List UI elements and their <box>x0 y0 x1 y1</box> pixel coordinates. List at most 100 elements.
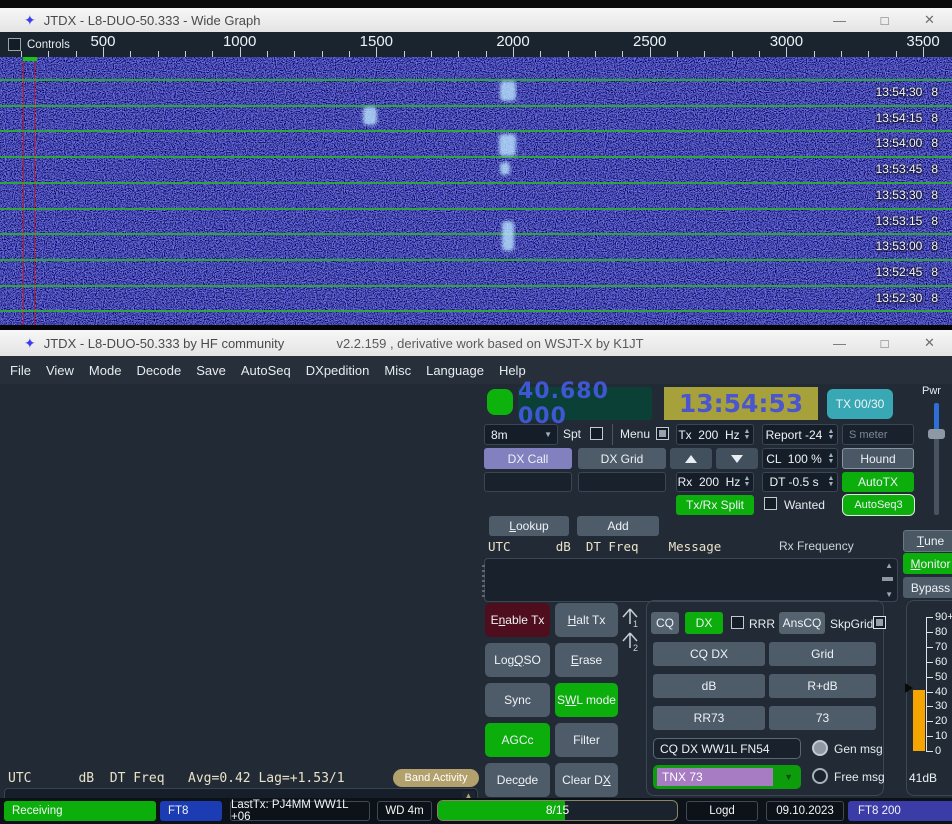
scroll-up-icon[interactable]: ▲ <box>885 561 893 570</box>
menu-autoseq[interactable]: AutoSeq <box>241 363 291 378</box>
period-line <box>0 156 952 159</box>
band-activity-tab[interactable]: Band Activity <box>393 769 479 787</box>
menu-mode[interactable]: Mode <box>89 363 122 378</box>
triangle-up-icon <box>685 454 697 463</box>
bypass-button[interactable]: Bypass <box>903 577 952 598</box>
ft8-signal-trace <box>499 134 516 156</box>
spinner-arrows-icon[interactable]: ▲ ▼ <box>825 475 837 488</box>
dx-grid-button[interactable]: DX Grid <box>578 448 666 469</box>
tx-cycle-button[interactable]: TX 00/30 <box>827 389 893 419</box>
chevron-down-icon: ▼ <box>784 772 793 782</box>
wanted-checkbox[interactable] <box>764 497 777 510</box>
rx-frequency-panel[interactable]: ▲ ▼ <box>482 558 898 602</box>
cq-dx-button[interactable]: CQ DX <box>653 642 765 666</box>
band-selector[interactable]: 8m ▼ <box>484 424 558 445</box>
rx-offset-spinner[interactable]: Rx 200 Hz ▲ ▼ <box>676 472 754 492</box>
dx-call-input[interactable] <box>484 472 572 492</box>
menu-file[interactable]: File <box>10 363 31 378</box>
panel-drag-handle[interactable] <box>482 565 485 597</box>
maximize-button[interactable]: □ <box>862 13 907 28</box>
menu-language[interactable]: Language <box>426 363 484 378</box>
skpgrid-checkbox[interactable] <box>873 616 886 629</box>
autotx-button[interactable]: AutoTX <box>842 472 914 492</box>
dt-spinner[interactable]: DT -0.5 s ▲ ▼ <box>762 472 838 492</box>
antenna-1-icon[interactable]: 1 <box>619 606 643 630</box>
grid-button[interactable]: Grid <box>769 642 876 666</box>
spinner-arrows-icon[interactable]: ▲ ▼ <box>741 475 753 488</box>
close-button[interactable]: ✕ <box>907 12 952 28</box>
sync-button[interactable]: Sync <box>485 683 550 717</box>
agcc-button[interactable]: AGCc <box>485 723 550 757</box>
autoseq3-button[interactable]: AutoSeq3 <box>842 494 915 516</box>
antenna-2-icon[interactable]: 2 <box>619 630 643 654</box>
chevron-down-icon: ▼ <box>544 430 552 439</box>
tune-button[interactable]: Tune <box>903 530 952 552</box>
waterfall-display[interactable]: 13:54:30 8 13:54:15 8 13:54:00 8 13:53:45 8 13:5… <box>0 57 952 325</box>
ft8-signal-trace <box>500 162 510 175</box>
spinner-arrows-icon[interactable]: ▲ ▼ <box>741 428 753 441</box>
rrr-label: RRR <box>749 617 775 631</box>
last-tx-badge: LastTx: PJ4MM WW1L +06 <box>230 799 370 823</box>
cq-button[interactable]: CQ <box>651 612 679 634</box>
clear-dx-button[interactable]: Clear DX <box>555 763 618 797</box>
frequency-display[interactable]: 40.680 000 <box>518 379 652 429</box>
maximize-button[interactable]: □ <box>862 336 907 351</box>
cl-spinner[interactable]: CL 100 % ▲ ▼ <box>762 448 838 469</box>
freq-label: 1500 <box>359 33 394 50</box>
hound-button[interactable]: Hound <box>842 448 914 469</box>
scroll-down-icon[interactable]: ▼ <box>885 590 893 599</box>
menu-checkbox[interactable] <box>656 427 669 440</box>
db-button[interactable]: dB <box>653 674 765 698</box>
minimize-button[interactable]: — <box>817 13 862 28</box>
spinner-arrows-icon[interactable]: ▲ ▼ <box>825 452 837 465</box>
dx-grid-input[interactable] <box>578 472 666 492</box>
add-button[interactable]: Add <box>577 516 659 536</box>
r-db-button[interactable]: R+dB <box>769 674 876 698</box>
decode-button[interactable]: Dec o de <box>485 763 550 797</box>
rr73-button[interactable]: RR73 <box>653 706 765 730</box>
halt-tx-button[interactable]: Halt Tx <box>555 603 618 637</box>
gen-message-input[interactable]: CQ DX WW1L FN54 <box>653 738 801 759</box>
freq-down-button[interactable] <box>716 448 758 469</box>
menu-dxpedition[interactable]: DXpedition <box>306 363 370 378</box>
rrr-checkbox[interactable] <box>731 616 744 629</box>
gen-msg-radio[interactable] <box>812 740 828 756</box>
wide-graph-titlebar[interactable]: ✦ JTDX - L8-DUO-50.333 - Wide Graph — □ … <box>0 8 952 32</box>
filter-button[interactable]: Filter <box>555 723 618 757</box>
controls-checkbox[interactable] <box>8 38 21 51</box>
spt-checkbox[interactable] <box>590 427 603 440</box>
tx-offset-spinner[interactable]: Tx 200 Hz ▲ ▼ <box>676 424 754 445</box>
minimize-button[interactable]: — <box>817 336 862 351</box>
spinner-arrows-icon[interactable]: ▲ ▼ <box>825 428 837 441</box>
menu-view[interactable]: View <box>46 363 74 378</box>
dx-button[interactable]: DX <box>685 612 723 634</box>
seventy-three-button[interactable]: 73 <box>769 706 876 730</box>
report-spinner[interactable]: Report -24 ▲ ▼ <box>762 424 838 445</box>
separator <box>612 424 613 445</box>
txrx-split-button[interactable]: Tx/Rx Split <box>676 495 754 515</box>
anscq-button[interactable]: AnsCQ <box>779 612 825 634</box>
scrollbar-thumb[interactable] <box>882 577 893 581</box>
free-msg-radio[interactable] <box>812 768 828 784</box>
monitor-button[interactable]: Monitor <box>903 553 952 574</box>
menu-help[interactable]: Help <box>499 363 526 378</box>
close-button[interactable]: ✕ <box>907 335 952 351</box>
erase-button[interactable]: Erase <box>555 643 618 677</box>
triangle-down-icon <box>731 454 743 463</box>
freq-up-button[interactable] <box>670 448 712 469</box>
swl-mode-button[interactable]: SWL mode <box>555 683 618 717</box>
freq-label: 3500 <box>906 33 940 50</box>
main-titlebar[interactable]: ✦ JTDX - L8-DUO-50.333 by HF community v… <box>0 330 952 356</box>
menu-misc[interactable]: Misc <box>384 363 411 378</box>
enable-tx-button[interactable]: En able Tx <box>485 603 550 637</box>
waterfall-timestamp: 13:52:30 8 <box>875 290 938 305</box>
frequency-scale: Controls 500 1000 1500 2000 2500 3000 3500 <box>0 32 952 57</box>
free-message-combo[interactable]: TNX 73 ▼ <box>653 765 801 789</box>
log-qso-button[interactable]: Log Q SO <box>485 643 550 677</box>
pwr-slider-handle[interactable] <box>928 429 945 439</box>
lookup-button[interactable]: Lookup <box>489 516 569 536</box>
dx-call-button[interactable]: DX Call <box>484 448 572 469</box>
menu-decode[interactable]: Decode <box>136 363 181 378</box>
menu-save[interactable]: Save <box>196 363 226 378</box>
rx-state-badge: Receiving <box>4 801 156 821</box>
